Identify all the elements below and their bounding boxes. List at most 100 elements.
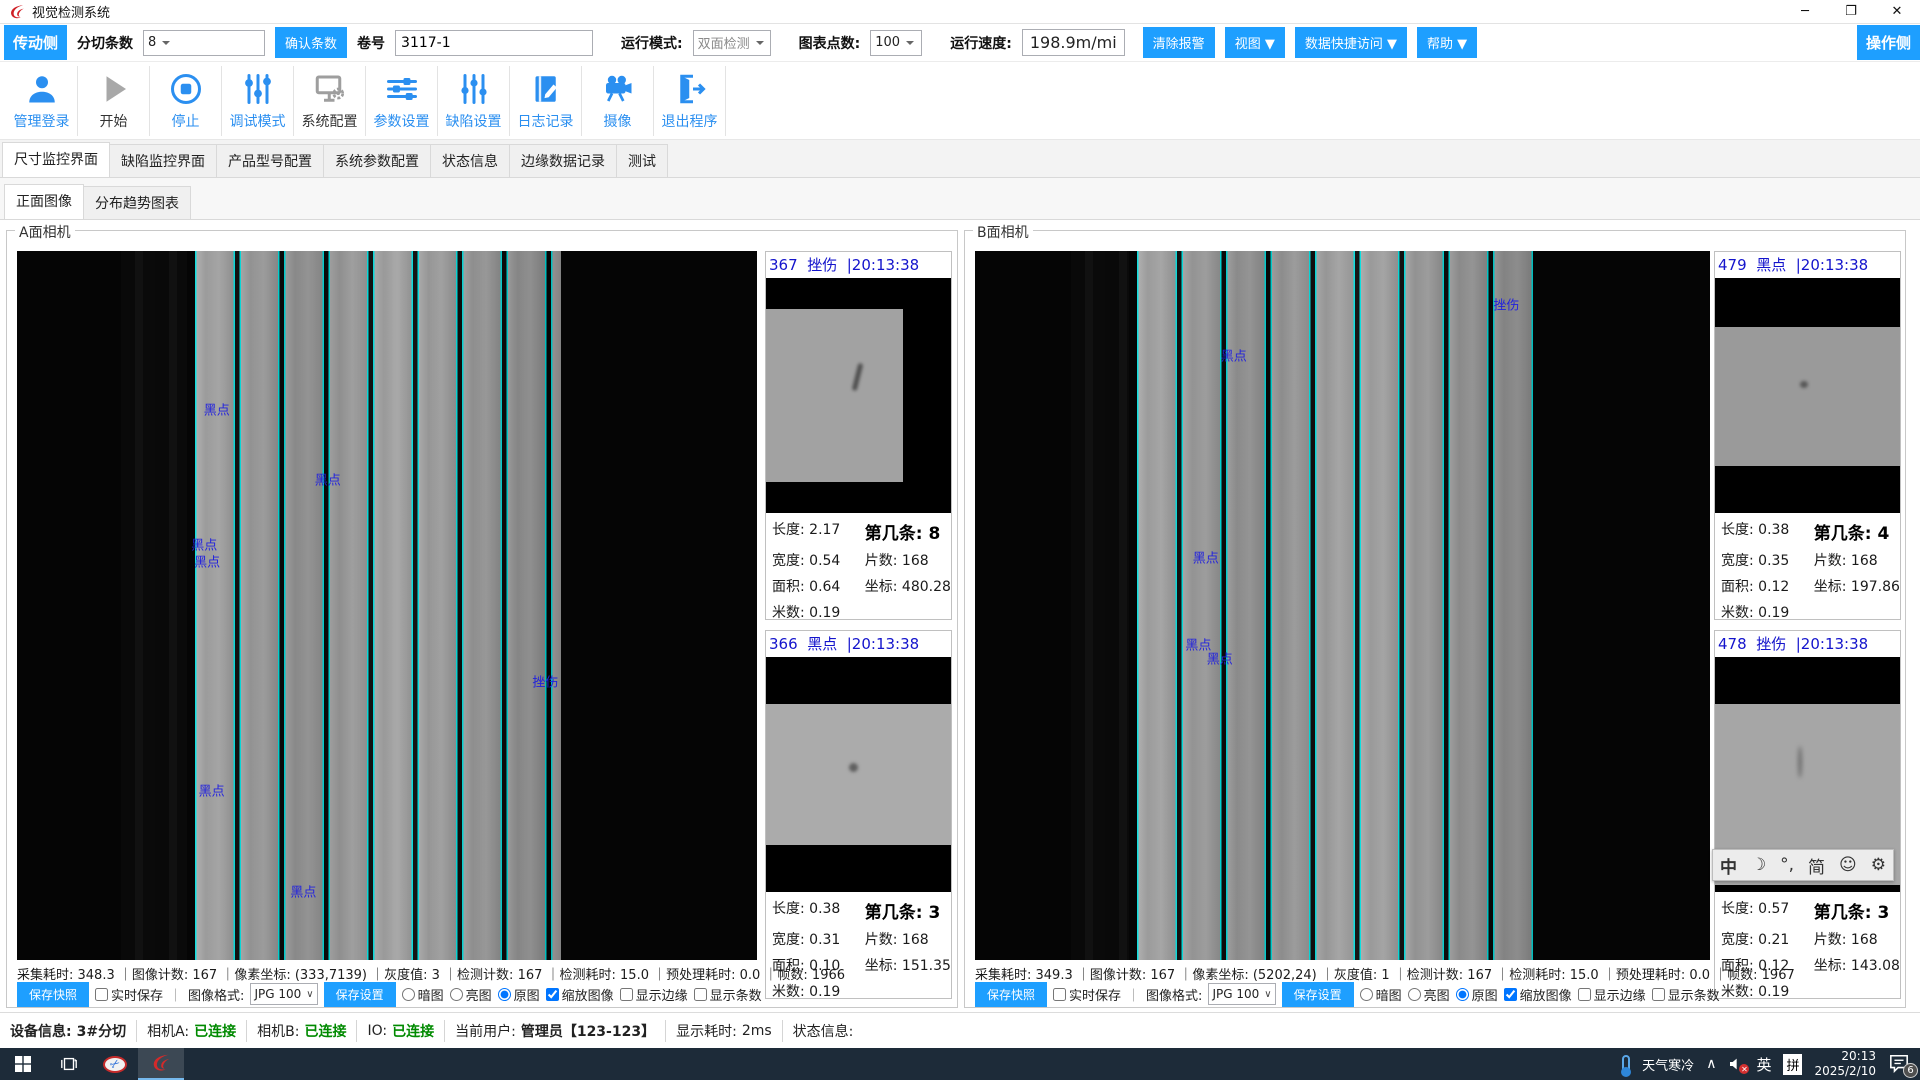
icon-toolbar: 管理登录 开始 停止 调试模式 系统配置 参数设置 缺陷设置 日志记录 摄像 退… (0, 62, 1920, 140)
camera-b-image[interactable]: 挫伤黑点黑点黑点黑点 (975, 251, 1710, 960)
taskbar-clock[interactable]: 20:13 2025/2/10 (1814, 1049, 1876, 1079)
vision-app-button[interactable] (138, 1048, 184, 1080)
zoom-image-checkbox[interactable]: 缩放图像 (546, 985, 614, 1004)
image-format-select[interactable]: JPG 100∨ (1208, 983, 1275, 1005)
tab-test[interactable]: 测试 (616, 144, 668, 177)
slit-count-select[interactable]: 8 (143, 30, 265, 56)
ime-emoji-button[interactable]: ☺ (1839, 855, 1857, 875)
weather-text[interactable]: 天气寒冷 (1642, 1055, 1694, 1074)
minimize-button[interactable]: ─ (1782, 0, 1828, 23)
show-edge-checkbox[interactable]: 显示边缘 (620, 985, 688, 1004)
admin-login-button[interactable]: 管理登录 (6, 66, 78, 136)
action-center-button[interactable]: 6 (1888, 1053, 1914, 1075)
top-toolbar: 传动侧 分切条数 8 确认条数 卷号 运行模式: 双面检测 图表点数: 100 … (0, 24, 1920, 62)
realtime-save-checkbox[interactable]: 实时保存 (95, 985, 163, 1004)
monitor-gear-icon (312, 71, 348, 107)
width-value: 0.35 (1758, 553, 1789, 569)
image-format-select[interactable]: JPG 100∨ (250, 983, 317, 1005)
original-image-radio[interactable]: 原图 (498, 985, 540, 1004)
tool-label: 摄像 (604, 111, 632, 131)
camera-a-conn-status: 已连接 (194, 1021, 236, 1041)
stop-button[interactable]: 停止 (150, 66, 222, 136)
save-snapshot-button[interactable]: 保存快照 (17, 982, 89, 1007)
tab-edge-data-record[interactable]: 边缘数据记录 (509, 144, 617, 177)
original-image-radio[interactable]: 原图 (1456, 985, 1498, 1004)
ime-settings-gear-icon[interactable]: ⚙ (1871, 855, 1886, 875)
defect-card[interactable]: 478 挫伤 |20:13:38 长度: 0.57 第几条: 3 宽度: 0.2… (1714, 630, 1901, 999)
start-button[interactable]: 开始 (78, 66, 150, 136)
chart-points-select[interactable]: 100 (870, 30, 922, 56)
dark-image-radio[interactable]: 暗图 (402, 985, 444, 1004)
ime-simplified-button[interactable]: 简 (1808, 853, 1825, 878)
camera-a-image[interactable]: 黑点黑点黑点黑点挫伤黑点黑点 (17, 251, 757, 960)
confirm-count-button[interactable]: 确认条数 (275, 27, 347, 58)
tab-size-monitor[interactable]: 尺寸监控界面 (2, 142, 110, 177)
clear-alarm-button[interactable]: 清除报警 (1143, 27, 1215, 58)
save-settings-button[interactable]: 保存设置 (1282, 982, 1354, 1007)
camera-a-strips (195, 251, 561, 960)
language-indicator[interactable]: 英 (1756, 1054, 1771, 1075)
run-mode-select[interactable]: 双面检测 (693, 30, 771, 56)
meters-value: 0.19 (809, 605, 840, 621)
play-icon (96, 71, 132, 107)
snipping-app-button[interactable]: ✂ (92, 1048, 138, 1080)
bright-image-radio[interactable]: 亮图 (1408, 985, 1450, 1004)
ime-pin-indicator[interactable]: 拼 (1783, 1054, 1802, 1075)
help-menu-button[interactable]: 帮助 ▼ (1417, 27, 1477, 58)
ime-chinese-mode-button[interactable]: 中 (1720, 853, 1737, 878)
capture-button[interactable]: 摄像 (582, 66, 654, 136)
maximize-button[interactable]: ❐ (1828, 0, 1874, 23)
show-strips-checkbox[interactable]: 显示条数 (1652, 985, 1720, 1004)
defect-card[interactable]: 367 挫伤 |20:13:38 长度: 2.17 第几条: 8 宽度: 0.5… (765, 251, 952, 620)
close-button[interactable]: ✕ (1874, 0, 1920, 23)
log-record-button[interactable]: 日志记录 (510, 66, 582, 136)
defect-settings-button[interactable]: 缺陷设置 (438, 66, 510, 136)
tab-front-image[interactable]: 正面图像 (4, 184, 84, 219)
tab-defect-monitor[interactable]: 缺陷监控界面 (109, 144, 217, 177)
view-menu-button[interactable]: 视图 ▼ (1225, 27, 1285, 58)
width-label: 宽度: (1721, 932, 1754, 948)
task-view-icon (60, 1055, 78, 1073)
camera-a-defect-cards: 367 挫伤 |20:13:38 长度: 2.17 第几条: 8 宽度: 0.5… (765, 251, 952, 999)
defect-card[interactable]: 479 黑点 |20:13:38 长度: 0.38 第几条: 4 宽度: 0.3… (1714, 251, 1901, 620)
ime-language-bar: 中 ☽ °, 简 ☺ ⚙ (1712, 849, 1894, 881)
coord-label: 坐标: (1814, 958, 1847, 974)
dark-image-radio[interactable]: 暗图 (1360, 985, 1402, 1004)
task-view-button[interactable] (46, 1048, 92, 1080)
data-quick-access-button[interactable]: 数据快捷访问 ▼ (1295, 27, 1407, 58)
zoom-image-checkbox[interactable]: 缩放图像 (1504, 985, 1572, 1004)
roll-input[interactable] (395, 30, 593, 56)
taskbar: ✂ 天气寒冷 ∧ ✕ 英 拼 20:13 2025/2/10 6 (0, 1048, 1920, 1080)
tab-distribution-trend-chart[interactable]: 分布趋势图表 (83, 186, 191, 219)
clock-time: 20:13 (1841, 1049, 1876, 1063)
tab-product-model-config[interactable]: 产品型号配置 (216, 144, 324, 177)
realtime-save-checkbox[interactable]: 实时保存 (1053, 985, 1121, 1004)
defect-card[interactable]: 366 黑点 |20:13:38 长度: 0.38 第几条: 3 宽度: 0.3… (765, 630, 952, 999)
device-info-label: 设备信息: (10, 1021, 72, 1041)
defect-overlay-label: 黑点 (1207, 648, 1233, 667)
window-title: 视觉检测系统 (32, 2, 110, 21)
start-button[interactable] (0, 1048, 46, 1080)
bright-image-radio[interactable]: 亮图 (450, 985, 492, 1004)
ime-moon-fullhalf-button[interactable]: ☽ (1751, 855, 1766, 875)
show-edge-checkbox[interactable]: 显示边缘 (1578, 985, 1646, 1004)
save-snapshot-button[interactable]: 保存快照 (975, 982, 1047, 1007)
drive-side-button[interactable]: 传动侧 (4, 25, 67, 60)
length-label: 长度: (772, 522, 805, 538)
save-settings-button[interactable]: 保存设置 (324, 982, 396, 1007)
operator-side-button[interactable]: 操作侧 (1857, 25, 1920, 60)
pieces-label: 片数: (865, 553, 898, 569)
show-strips-checkbox[interactable]: 显示条数 (694, 985, 762, 1004)
ime-punctuation-button[interactable]: °, (1780, 855, 1794, 875)
volume-muted-icon[interactable]: ✕ (1728, 1056, 1744, 1072)
exit-program-button[interactable]: 退出程序 (654, 66, 726, 136)
camera-a-groupbox: A面相机 黑点黑点黑点黑点挫伤黑点黑点 367 挫伤 |20:13:38 长度: (6, 230, 958, 1008)
tab-system-param-config[interactable]: 系统参数配置 (323, 144, 431, 177)
param-settings-button[interactable]: 参数设置 (366, 66, 438, 136)
debug-mode-button[interactable]: 调试模式 (222, 66, 294, 136)
system-config-button[interactable]: 系统配置 (294, 66, 366, 136)
defect-id: 367 (769, 256, 798, 274)
hidden-icons-chevron[interactable]: ∧ (1706, 1056, 1716, 1072)
area-label: 面积: (1721, 579, 1754, 595)
tab-status-info[interactable]: 状态信息 (430, 144, 510, 177)
